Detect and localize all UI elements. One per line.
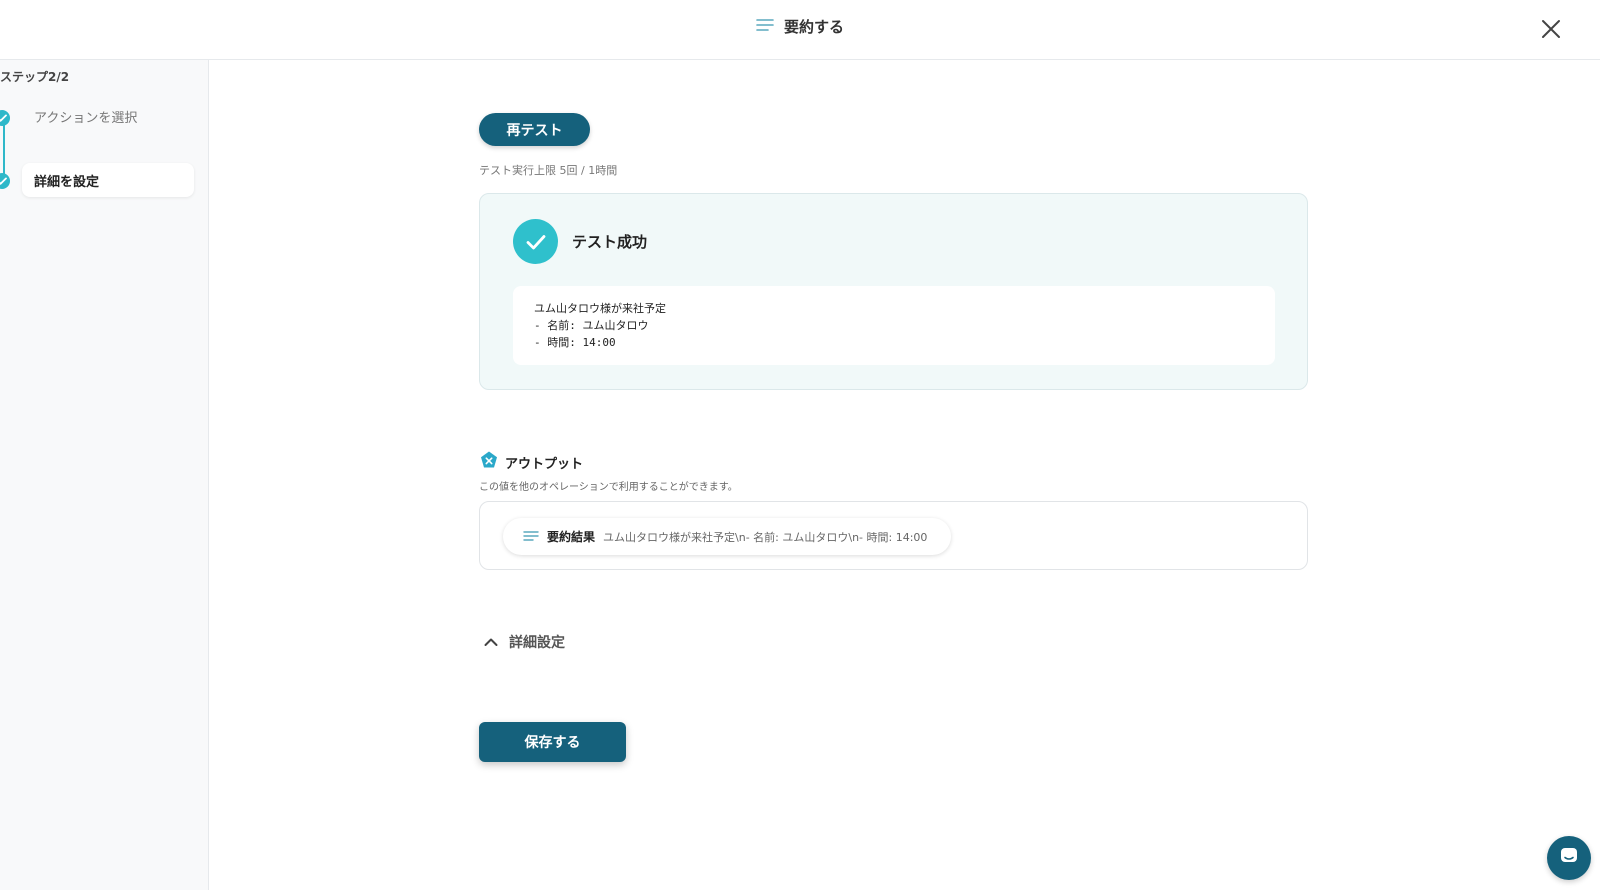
step-sidebar: ステップ2/2 アクションを選択 詳細を設定 <box>0 60 209 890</box>
header-title-text: 要約する <box>783 18 844 36</box>
save-button[interactable]: 保存する <box>479 722 626 762</box>
chat-launcher-button[interactable] <box>1547 836 1591 880</box>
close-icon[interactable] <box>1536 14 1566 44</box>
step-label: 詳細を設定 <box>34 174 100 190</box>
output-title: アウトプット <box>505 456 584 472</box>
check-circle-icon <box>513 219 558 264</box>
chevron-up-icon <box>483 633 499 652</box>
result-line: - 名前: ユム山タロウ <box>534 319 649 332</box>
step-count: ステップ2/2 <box>0 70 70 84</box>
step-check-icon <box>0 110 10 126</box>
retest-button[interactable]: 再テスト <box>479 113 590 146</box>
output-card: 要約結果 ユム山タロウ様が来社予定\n- 名前: ユム山タロウ\n- 時間: 1… <box>479 501 1308 570</box>
sidebar-step-select-action[interactable]: アクションを選択 <box>22 99 194 133</box>
modal-header: 要約する <box>0 0 1600 60</box>
result-line: ユム山タロウ様が来社予定 <box>534 302 666 315</box>
test-success-card: テスト成功 ユム山タロウ様が来社予定 - 名前: ユム山タロウ - 時間: 14… <box>479 193 1308 390</box>
result-line: - 時間: 14:00 <box>534 336 616 349</box>
output-chip-value: ユム山タロウ様が来社予定\n- 名前: ユム山タロウ\n- 時間: 14:00 <box>603 530 928 544</box>
advanced-settings-toggle[interactable]: 詳細設定 <box>483 632 565 652</box>
output-header: アウトプット <box>479 450 583 474</box>
output-chip[interactable]: 要約結果 ユム山タロウ様が来社予定\n- 名前: ユム山タロウ\n- 時間: 1… <box>503 518 951 555</box>
header-title: 要約する <box>0 16 1600 37</box>
output-chip-label: 要約結果 <box>547 530 596 544</box>
test-limit-text: テスト実行上限 5回 / 1時間 <box>479 164 618 177</box>
step-check-icon <box>0 173 10 189</box>
chat-bubble-icon <box>1558 845 1580 871</box>
test-result-box: ユム山タロウ様が来社予定 - 名前: ユム山タロウ - 時間: 14:00 <box>513 286 1275 365</box>
step-label: アクションを選択 <box>34 110 138 126</box>
lines-icon <box>756 18 774 36</box>
output-badge-icon <box>479 450 499 474</box>
lines-icon <box>523 527 539 546</box>
test-success-title: テスト成功 <box>572 233 648 251</box>
sidebar-step-set-details[interactable]: 詳細を設定 <box>22 163 194 197</box>
output-description: この値を他のオペレーションで利用することができます。 <box>479 482 738 493</box>
advanced-settings-label: 詳細設定 <box>509 635 565 651</box>
